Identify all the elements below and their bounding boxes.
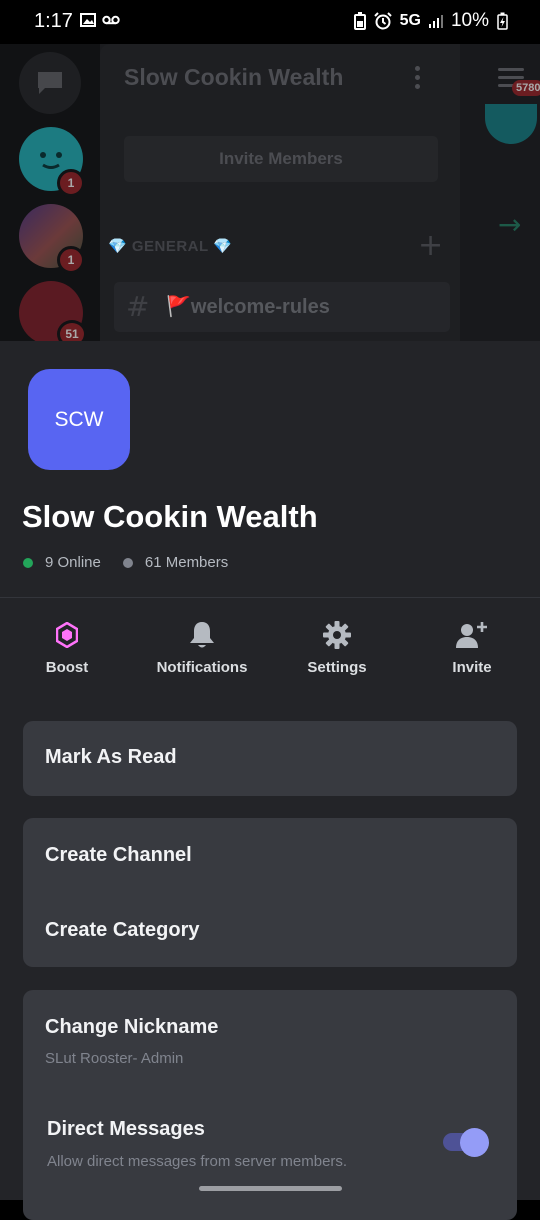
status-left-icons [80,13,120,27]
divider [0,597,540,598]
settings-label: Settings [307,659,367,676]
direct-messages-button[interactable] [19,52,81,114]
alarm-icon [373,12,392,30]
direct-messages-description: Allow direct messages from server member… [47,1153,348,1170]
boost-icon [56,622,78,648]
home-indicator[interactable] [199,1186,342,1191]
voicemail-icon [102,15,120,25]
mark-as-read-button[interactable]: Mark As Read [45,746,177,769]
create-category-button[interactable]: Create Category [45,919,200,942]
hash-icon: # [126,290,150,323]
gallery-icon [80,13,96,27]
action-row: Boost Notifications Settings Invite [0,616,540,686]
avatar [485,104,537,144]
status-time: 1:17 [34,10,73,32]
bell-icon [190,622,214,648]
add-user-icon [456,622,487,648]
create-channel-button[interactable]: Create Channel [45,844,192,867]
guild-rail: 1 1 51 [0,44,100,341]
right-peek-panel: 5780 → [460,44,540,341]
invite-label: Invite [452,659,492,676]
battery-saver-icon [353,12,366,30]
mark-as-read-card: Mark As Read [23,721,517,796]
server-icon: SCW [28,369,130,470]
toggle-knob [460,1128,489,1157]
status-right-icons: 5G 10% [353,10,508,32]
signal-icon [428,15,443,28]
direct-messages-toggle[interactable] [443,1128,489,1157]
channel-name: 🚩welcome-rules [166,296,330,318]
invite-button[interactable]: Invite [407,616,537,676]
settings-button[interactable]: Settings [272,616,402,676]
online-count: 9 Online [45,554,101,571]
change-nickname-button[interactable]: Change Nickname [45,1016,218,1039]
battery-percent: 10% [450,10,489,31]
create-card: Create Channel Create Category [23,818,517,967]
guild-unread-badge: 1 [57,246,85,274]
notifications-label: Notifications [156,659,248,676]
boost-label: Boost [45,659,89,676]
gear-icon [323,621,351,649]
direct-messages-label: Direct Messages [47,1118,205,1140]
network-type: 5G [399,12,421,29]
guild-unread-badge: 51 [57,320,87,341]
online-dot-icon [23,557,33,568]
member-count: 61 Members [144,554,229,571]
arrow-right-icon: → [498,208,522,241]
add-channel-icon[interactable]: + [418,228,443,263]
status-bar: 1:17 5G 10% [0,0,540,44]
members-dot-icon [122,557,133,568]
battery-charging-icon [497,12,508,30]
chat-bubble-icon [38,72,62,94]
notifications-button[interactable]: Notifications [137,616,267,676]
channel-item[interactable]: # 🚩welcome-rules [114,282,450,332]
category-label[interactable]: 💎 GENERAL 💎 [108,237,232,255]
mention-badge: 5780 [512,80,540,96]
more-options-icon[interactable] [415,66,421,93]
invite-members-button[interactable]: Invite Members [124,136,438,182]
server-view-background: 1 1 51 Slow Cookin Wealth Invite Members… [0,44,540,341]
guild-unread-badge: 1 [57,169,85,197]
boost-button[interactable]: Boost [2,616,132,676]
channel-panel: Slow Cookin Wealth Invite Members 💎 GENE… [100,44,460,341]
server-title: Slow Cookin Wealth [22,499,318,534]
server-stats: 9 Online 61 Members [23,554,228,571]
server-header-name[interactable]: Slow Cookin Wealth [124,64,343,91]
server-options-sheet: SCW Slow Cookin Wealth 9 Online 61 Membe… [0,341,540,1220]
current-nickname: SLut Rooster- Admin [45,1050,184,1067]
